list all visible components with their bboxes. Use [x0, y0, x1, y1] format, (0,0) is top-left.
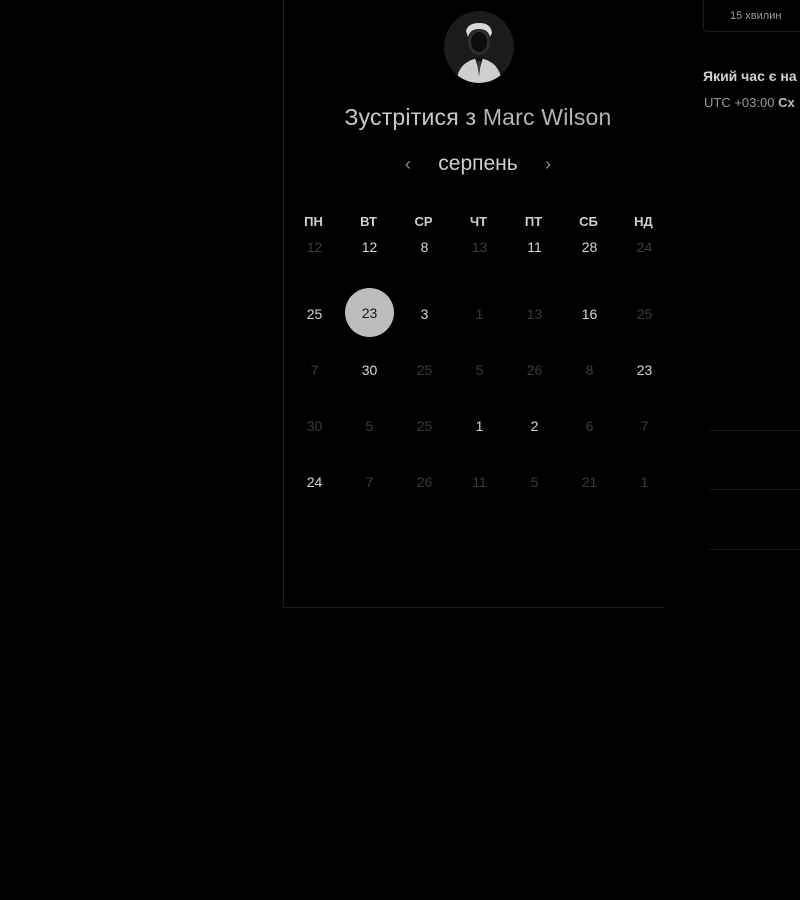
calendar-day: 13 [471, 239, 488, 255]
calendar-day[interactable]: 28 [562, 230, 617, 286]
weekday-label: ВТ [360, 214, 377, 229]
month-label: серпень [438, 152, 518, 175]
calendar-day: 25 [636, 306, 653, 322]
calendar-day[interactable]: 12 [342, 230, 397, 286]
time-slot-panel: 15 хвилин Який час є на UTC +03:00 Сх [700, 0, 800, 900]
timezone-label[interactable]: UTC +03:00 Сх [704, 95, 795, 110]
calendar-day: 7 [640, 418, 649, 434]
calendar-day: 25 [416, 418, 433, 434]
calendar-day[interactable]: 1 [452, 398, 507, 454]
chevron-left-icon[interactable]: ‹ [396, 154, 420, 175]
time-question: Який час є на [703, 68, 797, 84]
calendar-day: 26 [416, 474, 433, 490]
calendar-day[interactable]: 16 [562, 286, 617, 342]
calendar-day[interactable]: 25 [287, 286, 342, 342]
weekday-label: НД [634, 214, 653, 229]
calendar-day: 24 [636, 239, 653, 255]
weekday-label: СР [414, 214, 433, 229]
calendar-day[interactable]: 3 [397, 286, 452, 342]
title-prefix: Зустрітися з [344, 104, 477, 130]
calendar-day: 5 [365, 418, 374, 434]
weekday-label: СБ [579, 214, 598, 229]
scheduling-page: Зустрітися з Marc Wilson ‹ серпень › ПН … [0, 0, 800, 900]
divider [710, 489, 800, 490]
calendar-day: 21 [581, 474, 598, 490]
calendar-day: 6 [585, 418, 594, 434]
calendar-day[interactable]: 8 [397, 230, 452, 286]
weekday-label: ЧТ [469, 214, 488, 229]
calendar-day: 12 [306, 239, 323, 255]
calendar-day[interactable]: 30 [342, 342, 397, 398]
weekday-label: ПТ [524, 214, 543, 229]
calendar-day: 26 [526, 362, 543, 378]
weekday-label: ПН [304, 214, 323, 229]
timezone-offset: UTC +03:00 [704, 95, 775, 110]
divider [710, 430, 800, 431]
calendar-day[interactable]: 2 [507, 398, 562, 454]
host-name: Marc Wilson [482, 104, 612, 130]
calendar-grid: 12 12 8 13 11 28 24 25 23 3 1 13 16 25 7 30 25 5 26 8 23 30 5 2… [287, 230, 672, 510]
month-navigation: ‹ серпень › [284, 152, 672, 182]
calendar-day[interactable]: 23 [617, 342, 672, 398]
calendar-day: 1 [475, 306, 484, 322]
calendar-day: 8 [585, 362, 594, 378]
calendar-day-selected[interactable]: 23 [342, 286, 397, 342]
calendar-day: 30 [306, 418, 323, 434]
chevron-right-icon[interactable]: › [536, 154, 560, 175]
calendar-day: 5 [530, 474, 539, 490]
calendar-day: 11 [472, 474, 487, 490]
calendar-day[interactable]: 11 [507, 230, 562, 286]
avatar [444, 11, 514, 83]
scheduling-card: Зустрітися з Marc Wilson ‹ серпень › ПН … [283, 0, 664, 608]
timezone-name: Сх [778, 95, 795, 110]
calendar-day: 1 [640, 474, 649, 490]
calendar-day: 7 [365, 474, 374, 490]
selected-day-number: 23 [345, 288, 394, 337]
calendar-day: 7 [310, 362, 319, 378]
weekday-header: ПН ВТ СР ЧТ ПТ СБ НД [286, 214, 671, 229]
calendar-day: 5 [475, 362, 484, 378]
calendar-day: 13 [526, 306, 543, 322]
duration-tab[interactable]: 15 хвилин [703, 0, 800, 32]
page-title: Зустрітися з Marc Wilson [284, 104, 672, 131]
calendar-day[interactable]: 24 [287, 454, 342, 510]
calendar-day: 25 [416, 362, 433, 378]
host-portrait-icon [444, 12, 514, 83]
divider [710, 549, 800, 550]
